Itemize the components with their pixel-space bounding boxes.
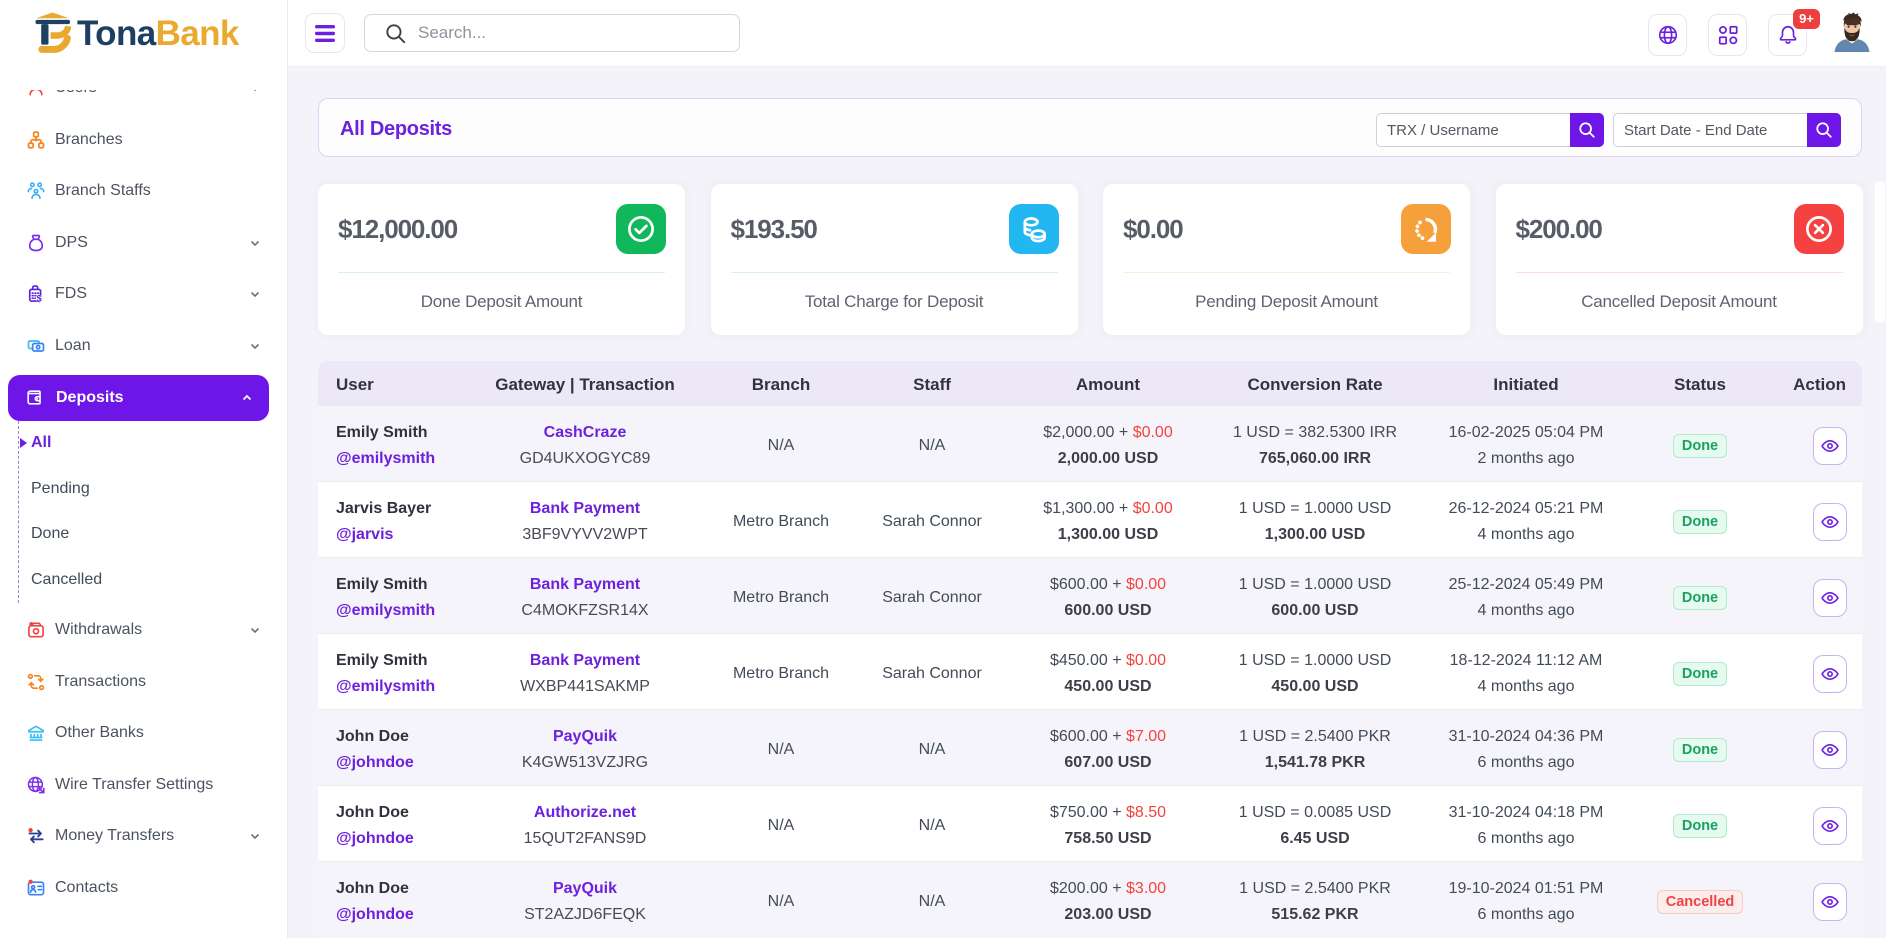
svg-text:$: $ xyxy=(37,294,42,304)
